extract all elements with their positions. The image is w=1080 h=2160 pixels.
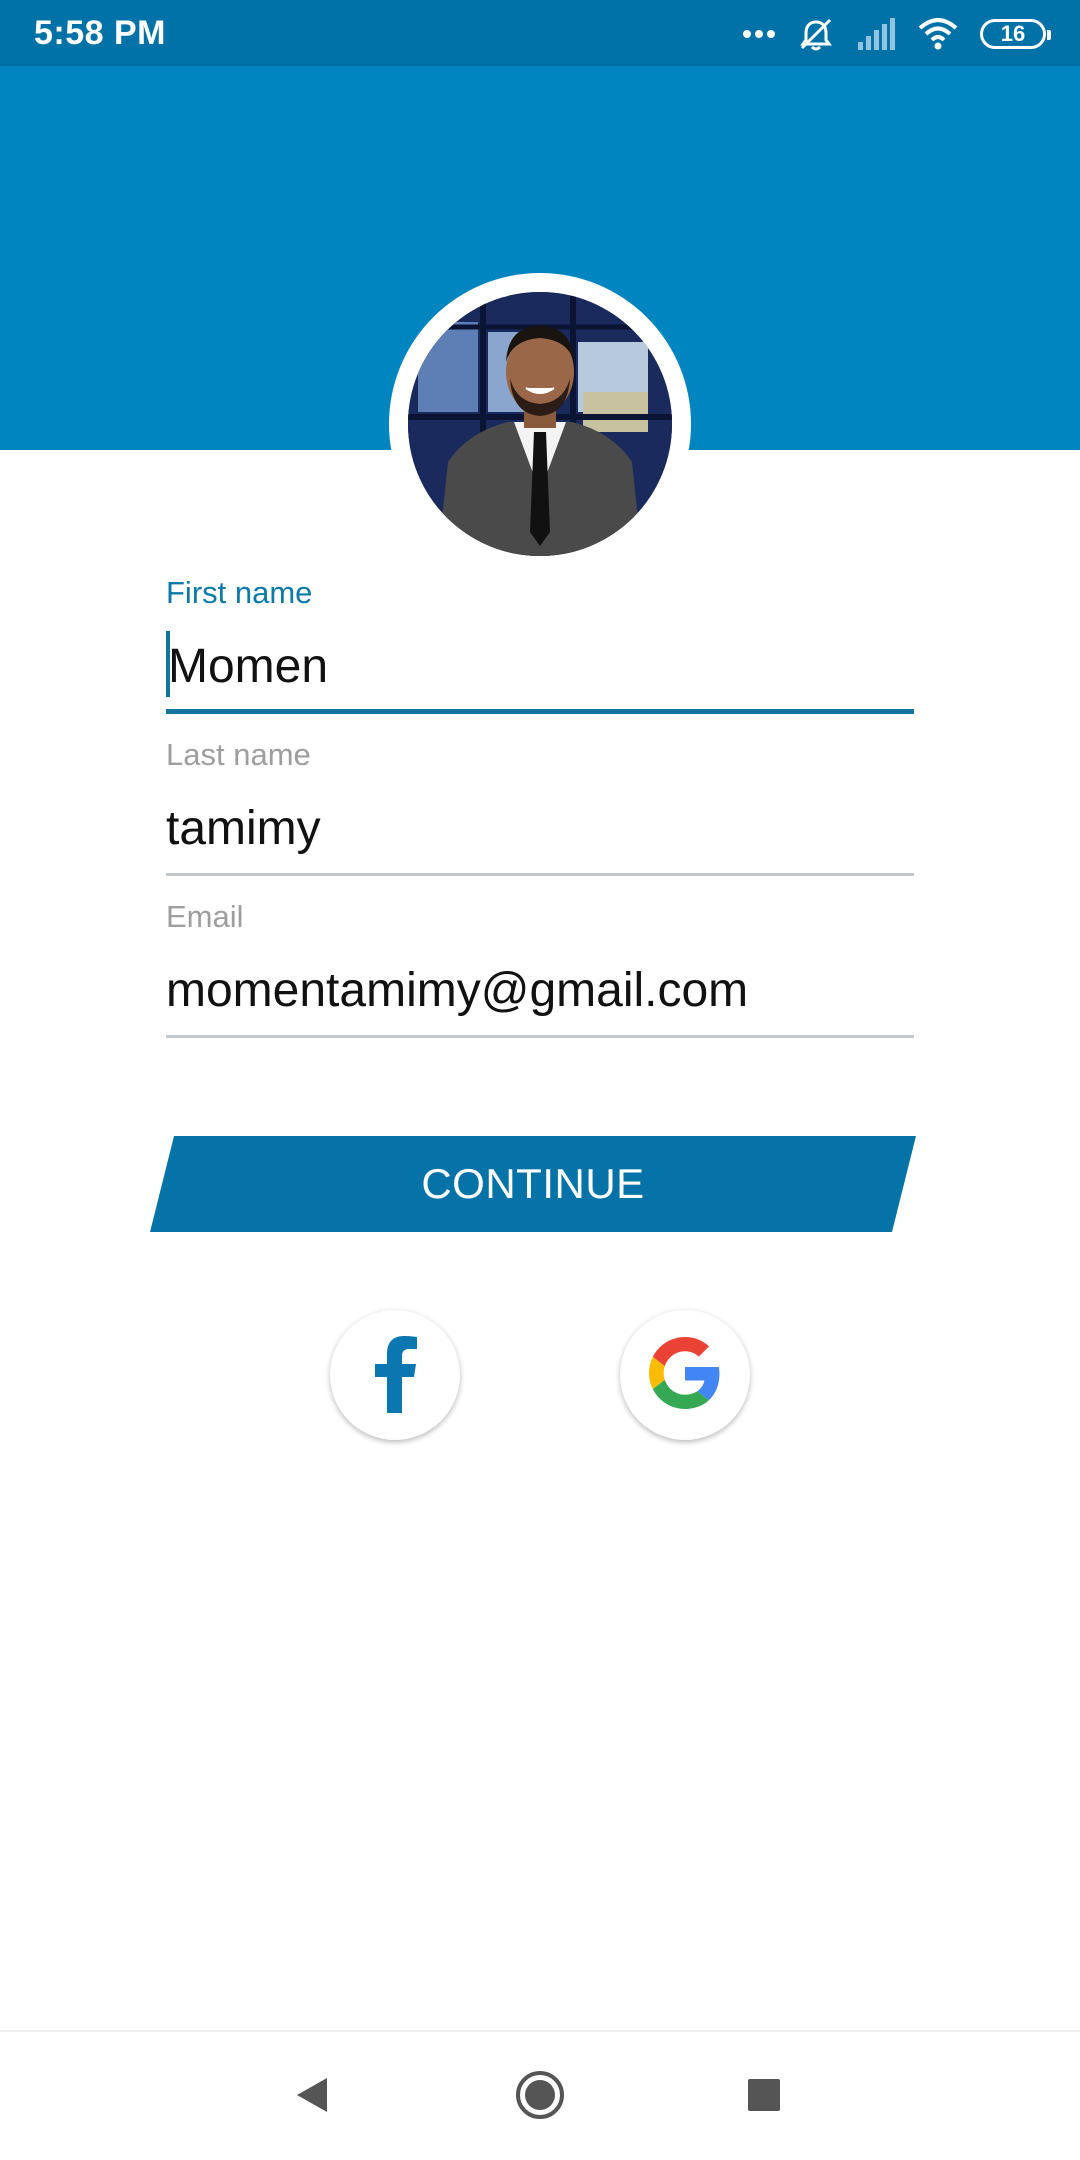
home-icon — [514, 2069, 566, 2126]
more-dots-icon — [742, 29, 776, 39]
nav-back-button[interactable] — [277, 2062, 347, 2132]
last-name-input[interactable]: tamimy — [166, 801, 321, 856]
signal-icon — [856, 18, 896, 50]
email-label: Email — [166, 899, 244, 934]
alarm-off-icon — [798, 16, 834, 52]
avatar[interactable] — [408, 292, 672, 556]
email-input[interactable]: momentamimy@gmail.com — [166, 963, 748, 1018]
status-icons: 16 — [742, 12, 1051, 56]
battery-level: 16 — [1000, 21, 1026, 46]
nav-recents-button[interactable] — [729, 2062, 799, 2132]
last-name-field[interactable]: Last name tamimy — [166, 737, 914, 882]
system-nav-bar — [0, 2032, 1080, 2160]
last-name-label: Last name — [166, 737, 311, 772]
status-bar: 5:58 PM 16 — [0, 0, 1080, 66]
google-login-button[interactable] — [620, 1310, 750, 1440]
avatar-ring — [389, 273, 691, 575]
recents-icon — [747, 2078, 781, 2117]
continue-button[interactable]: CONTINUE — [150, 1136, 916, 1232]
back-icon — [295, 2076, 329, 2119]
wifi-icon — [918, 18, 958, 50]
facebook-login-button[interactable] — [330, 1310, 460, 1440]
first-name-label: First name — [166, 575, 313, 610]
first-name-input[interactable]: Momen — [168, 639, 328, 694]
signup-screen: 5:58 PM 16 First name Momen Last name ta… — [0, 0, 1080, 2160]
first-name-underline — [166, 709, 914, 714]
google-icon — [649, 1336, 721, 1414]
facebook-icon — [370, 1333, 420, 1418]
last-name-underline — [166, 873, 914, 876]
battery-icon: 16 — [980, 19, 1051, 49]
email-field[interactable]: Email momentamimy@gmail.com — [166, 899, 914, 1044]
status-time: 5:58 PM — [34, 14, 166, 52]
email-underline — [166, 1035, 914, 1038]
first-name-field[interactable]: First name Momen — [166, 575, 914, 720]
nav-home-button[interactable] — [505, 2062, 575, 2132]
